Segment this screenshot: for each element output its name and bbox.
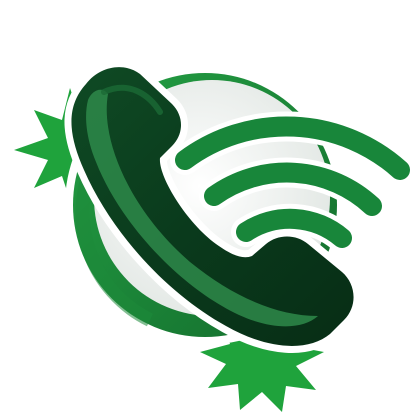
logo-canvas	[0, 0, 420, 420]
phone-call-logo	[14, 60, 415, 412]
